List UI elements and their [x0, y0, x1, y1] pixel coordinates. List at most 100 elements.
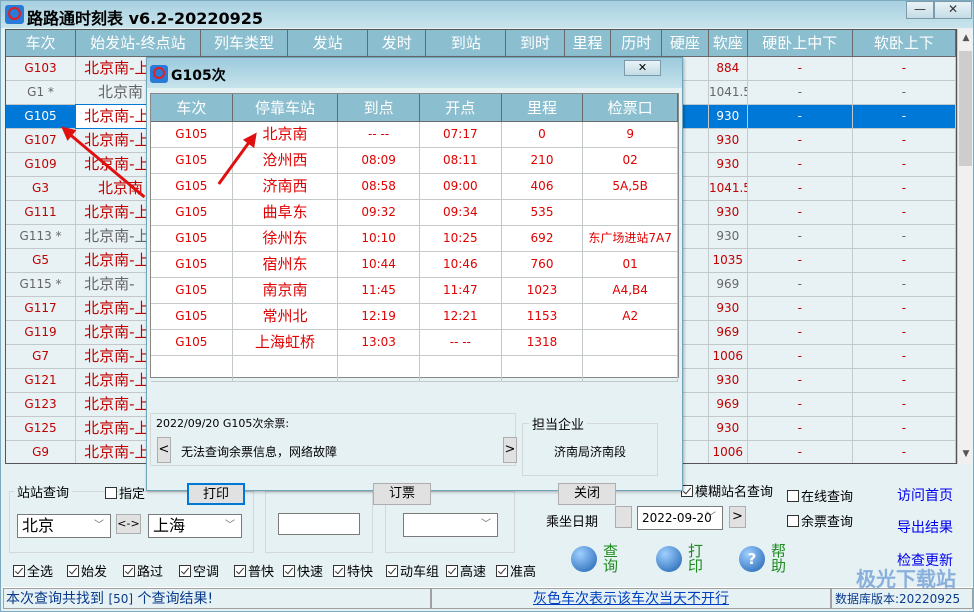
train-cell: G105 — [151, 148, 233, 173]
date-picker[interactable]: 2022-09-20 ﹀ — [637, 506, 723, 530]
station-cell: 曲阜东 — [233, 200, 339, 225]
soft-sleeper-cell: - — [853, 81, 956, 104]
station-cell: 徐州东 — [233, 226, 339, 251]
gate-cell: 9 — [583, 122, 678, 147]
column-header[interactable]: 列车类型 — [200, 30, 289, 57]
dialog-book-button[interactable]: 订票 — [373, 483, 431, 505]
filter-checkbox[interactable]: 动车组 — [386, 561, 439, 580]
distance-cell: 406 — [502, 174, 584, 199]
print-button[interactable]: 打印 — [656, 544, 704, 574]
stop-row[interactable] — [151, 356, 678, 382]
minimize-button[interactable]: — — [906, 1, 934, 19]
station-cell: 沧州西 — [233, 148, 339, 173]
to-station-combo[interactable]: 上海 ﹀ — [148, 514, 242, 538]
dialog-close-icon[interactable]: ✕ — [624, 60, 661, 76]
stop-row[interactable]: G105 北京南 -- -- 07:17 0 9 — [151, 122, 678, 148]
soft-seat-cell: 884 — [709, 57, 748, 80]
online-query-checkbox[interactable]: 在线查询 — [787, 486, 853, 505]
filter-label: 普快 — [248, 565, 275, 580]
column-header[interactable]: 硬座 — [662, 30, 709, 57]
column-header[interactable]: 到站 — [426, 30, 507, 57]
stop-row[interactable]: G105 徐州东 10:10 10:25 692 东广场进站7A7 — [151, 226, 678, 252]
filter-checkbox[interactable]: 特快 — [333, 561, 373, 580]
help-button[interactable]: ? 帮助 — [739, 544, 787, 574]
gate-cell: 02 — [583, 148, 678, 173]
hard-sleeper-cell: - — [748, 225, 853, 248]
arrive-cell: 13:03 — [338, 330, 420, 355]
soft-seat-cell: 1041.5 — [709, 81, 748, 104]
dialog-title-bar: G105次 ✕ — [147, 58, 682, 88]
arrive-cell: 08:58 — [338, 174, 420, 199]
hard-sleeper-cell: - — [748, 345, 853, 368]
ticket-next-button[interactable]: > — [503, 437, 517, 463]
swap-stations-button[interactable]: <-> — [116, 514, 141, 534]
stop-row[interactable]: G105 常州北 12:19 12:21 1153 A2 — [151, 304, 678, 330]
column-header[interactable]: 里程 — [564, 30, 612, 57]
scroll-up-icon[interactable]: ▲ — [958, 33, 974, 43]
dialog-print-button[interactable]: 打印 — [187, 483, 245, 505]
scroll-down-icon[interactable]: ▼ — [958, 449, 974, 459]
scroll-thumb[interactable] — [959, 51, 972, 166]
distance-cell: 535 — [502, 200, 584, 225]
remain-ticket-checkbox[interactable]: 余票查询 — [787, 511, 853, 530]
visit-home-link[interactable]: 访问首页 — [897, 485, 953, 505]
filter-checkbox[interactable]: 全选 — [13, 561, 53, 580]
column-header[interactable]: 到时 — [506, 30, 565, 57]
specify-checkbox[interactable]: 指定 — [105, 483, 145, 502]
soft-sleeper-cell: - — [853, 369, 956, 392]
filter-checkbox[interactable]: 普快 — [234, 561, 274, 580]
printer-icon — [656, 546, 682, 572]
filter-checkbox[interactable]: 路过 — [123, 561, 163, 580]
column-header[interactable]: 发时 — [368, 30, 427, 57]
query-button[interactable]: 查询 — [571, 544, 619, 574]
soft-seat-cell: 930 — [709, 105, 748, 128]
depart-cell: 09:34 — [420, 200, 502, 225]
soft-sleeper-cell: - — [853, 345, 956, 368]
date-prev-button[interactable] — [615, 506, 632, 528]
column-header[interactable]: 始发站-终点站 — [76, 30, 201, 57]
soft-seat-cell: 930 — [709, 417, 748, 440]
filter-checkbox[interactable]: 空调 — [179, 561, 219, 580]
filter-label: 全选 — [27, 565, 54, 580]
dialog-close-button[interactable]: 关闭 — [558, 483, 616, 505]
stop-row[interactable]: G105 上海虹桥 13:03 -- -- 1318 — [151, 330, 678, 356]
fuzzy-query-checkbox[interactable]: 模糊站名查询 — [681, 481, 773, 500]
grid-scrollbar[interactable]: ▲ ▼ — [957, 29, 973, 464]
ticket-prev-button[interactable]: < — [157, 437, 171, 463]
train-cell: G105 — [151, 278, 233, 303]
close-button[interactable]: ✕ — [934, 1, 972, 19]
column-header[interactable]: 车次 — [6, 30, 77, 57]
column-header[interactable]: 软座 — [708, 30, 748, 57]
train-cell: G105 — [151, 304, 233, 329]
station-input[interactable] — [278, 513, 360, 535]
filter-checkbox[interactable]: 始发 — [67, 561, 107, 580]
checkbox-icon — [234, 565, 246, 577]
filter-label: 路过 — [137, 565, 164, 580]
train-cell: G5 — [6, 249, 77, 272]
date-next-button[interactable]: > — [729, 506, 746, 528]
filter-checkbox[interactable]: 快速 — [283, 561, 323, 580]
column-header[interactable]: 历时 — [611, 30, 663, 57]
distance-cell: 692 — [502, 226, 584, 251]
stop-row[interactable]: G105 曲阜东 09:32 09:34 535 — [151, 200, 678, 226]
chevron-down-icon: ﹀ — [706, 512, 716, 523]
hard-sleeper-cell: - — [748, 57, 853, 80]
train-cell: G1 * — [6, 81, 77, 104]
stop-row[interactable]: G105 南京南 11:45 11:47 1023 A4,B4 — [151, 278, 678, 304]
filter-checkbox[interactable]: 准高 — [496, 561, 536, 580]
stop-row[interactable]: G105 济南西 08:58 09:00 406 5A,5B — [151, 174, 678, 200]
train-combo[interactable]: ﹀ — [403, 513, 498, 537]
train-cell: G3 — [6, 177, 77, 200]
column-header[interactable]: 硬卧上中下 — [747, 30, 853, 57]
filter-checkbox[interactable]: 高速 — [446, 561, 486, 580]
from-station-combo[interactable]: 北京 ﹀ — [17, 514, 111, 538]
column-header[interactable]: 软卧上下 — [852, 30, 956, 57]
soft-seat-cell: 1006 — [709, 441, 748, 463]
train-cell: G103 — [6, 57, 77, 80]
train-cell: G111 — [6, 201, 77, 224]
column-header[interactable]: 发站 — [288, 30, 369, 57]
export-results-link[interactable]: 导出结果 — [897, 517, 953, 537]
gray-train-hint-link[interactable]: 灰色车次表示该车次当天不开行 — [431, 588, 831, 609]
arrive-cell — [338, 356, 420, 381]
stop-row[interactable]: G105 宿州东 10:44 10:46 760 01 — [151, 252, 678, 278]
